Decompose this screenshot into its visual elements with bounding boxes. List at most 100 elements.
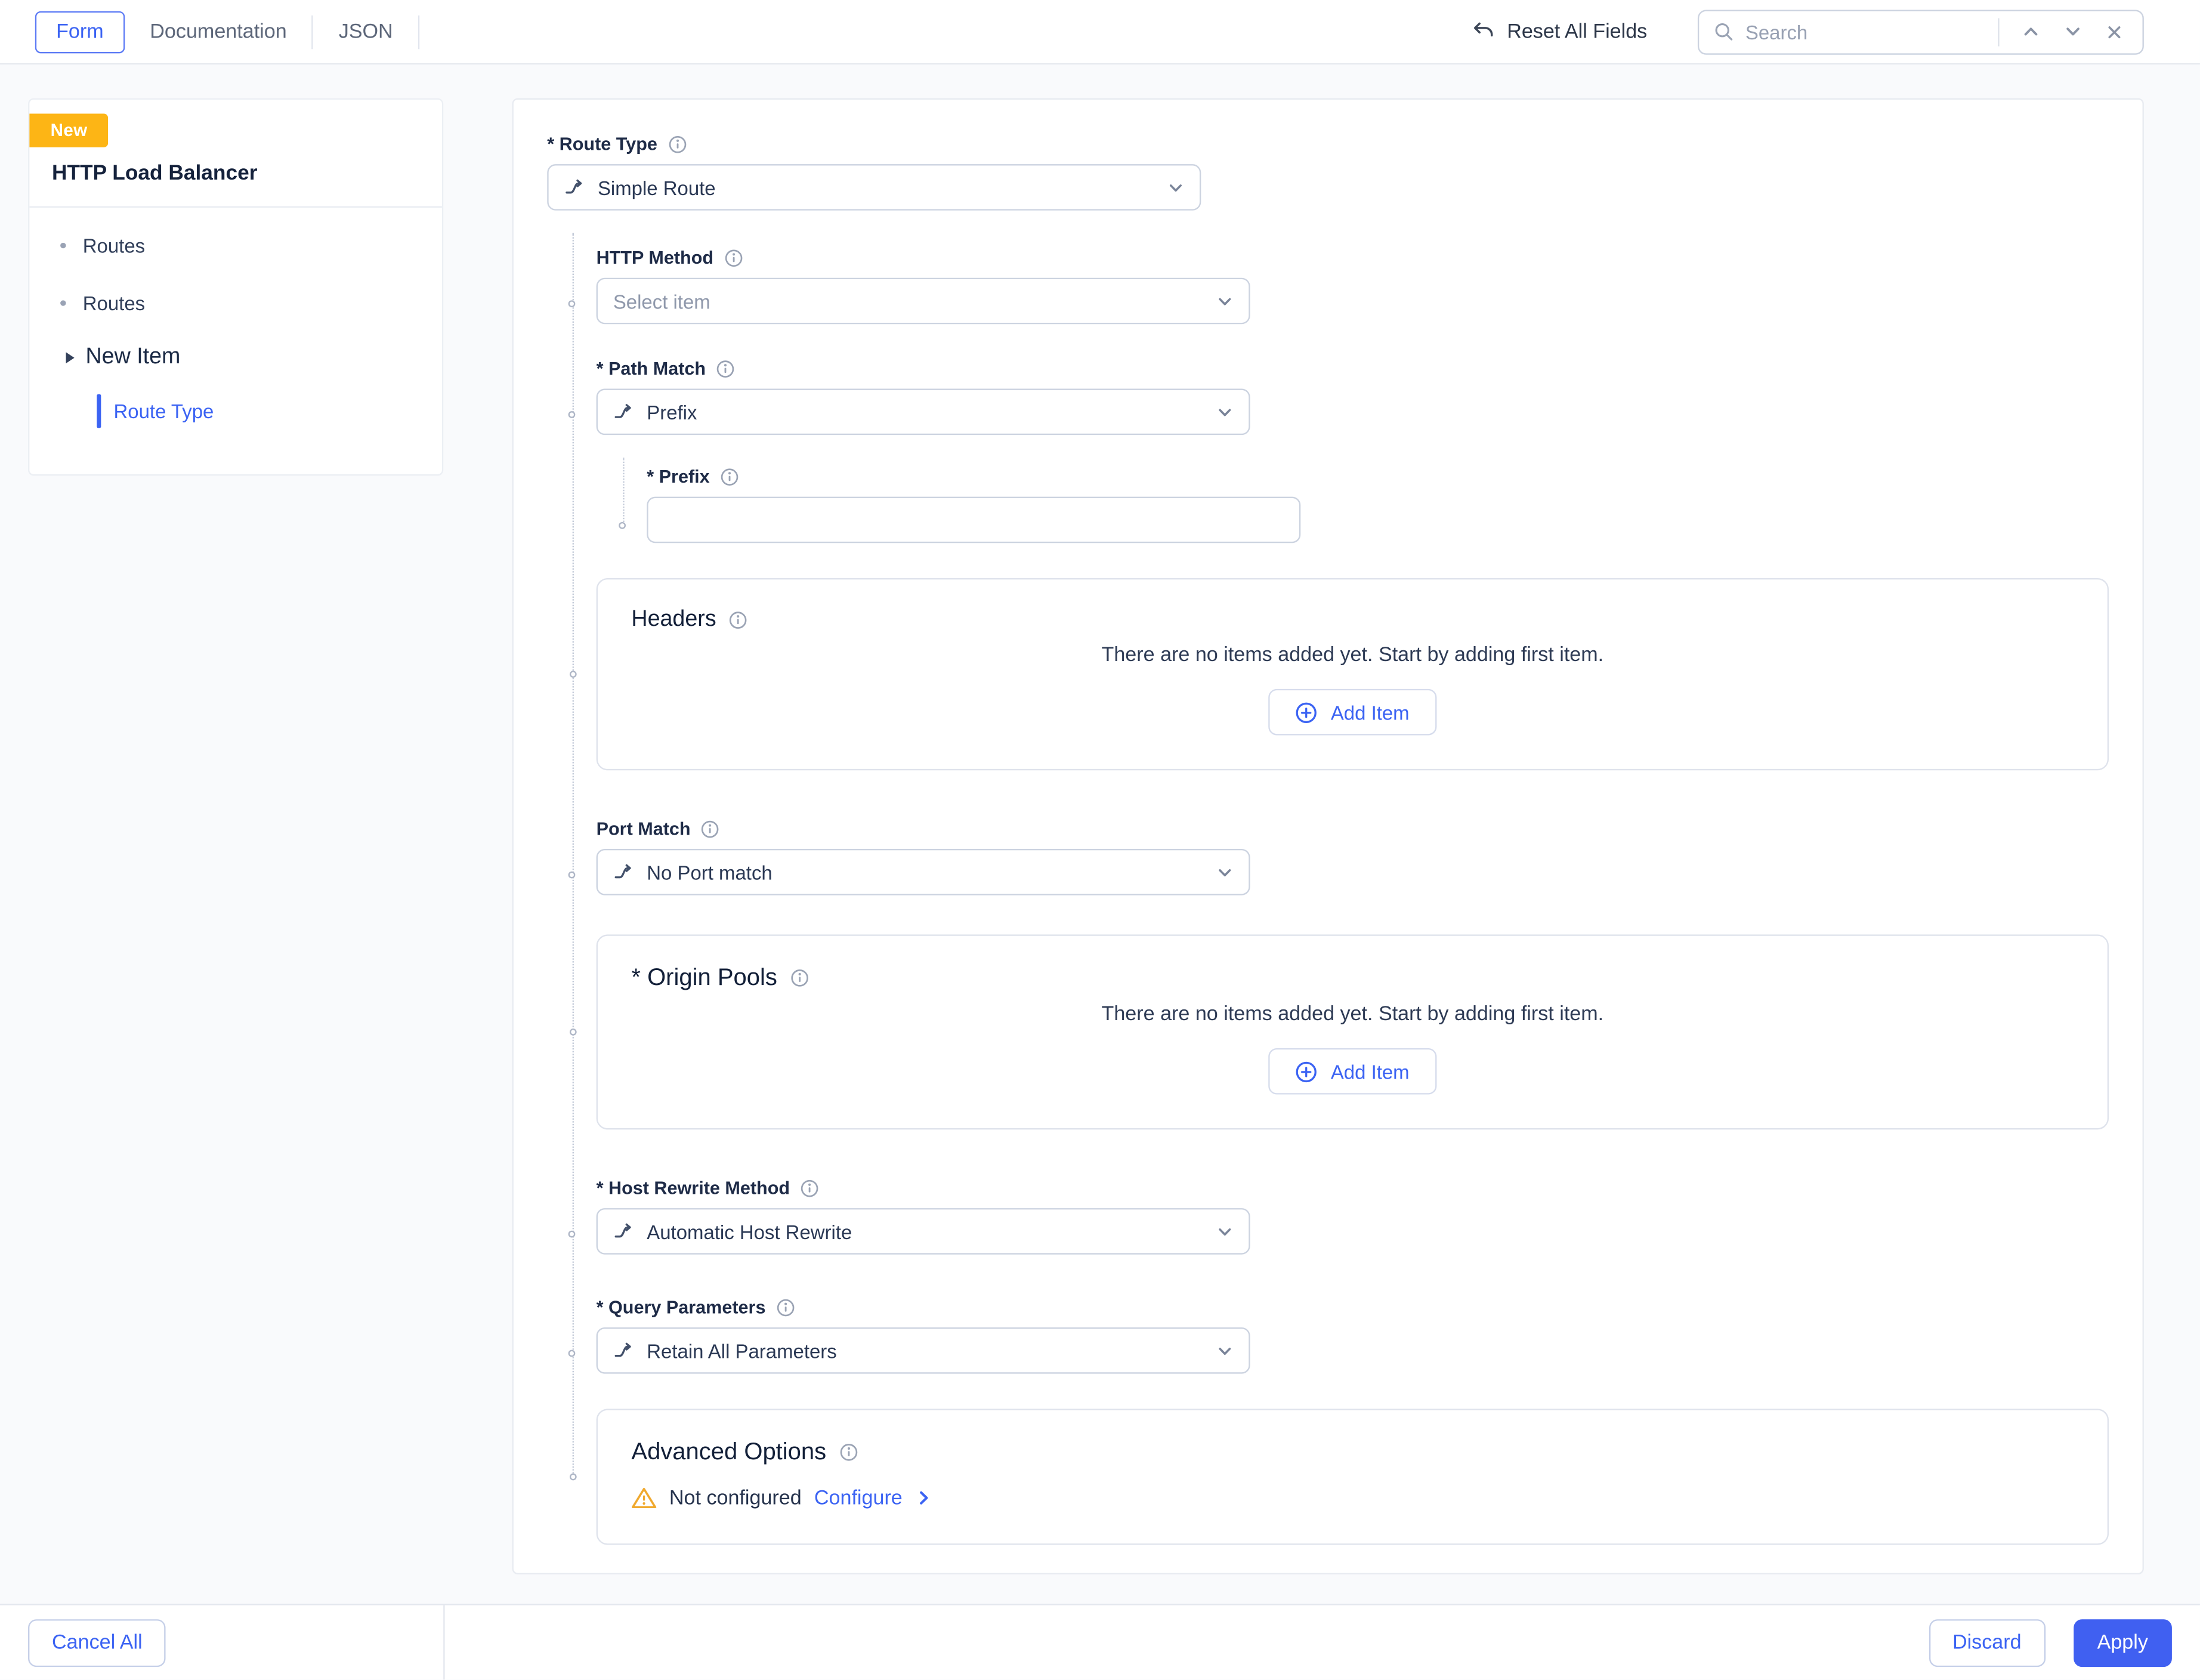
port-match-select[interactable]: No Port match: [597, 849, 1250, 895]
headers-add-item-button[interactable]: Add Item: [1269, 689, 1436, 736]
port-match-value: No Port match: [647, 861, 1204, 884]
tab-form[interactable]: Form: [35, 11, 125, 53]
port-match-field: Port Match No Port match: [597, 818, 2109, 895]
search-close-button[interactable]: [2097, 15, 2131, 48]
origin-pools-section: * Origin Pools There are no items added …: [597, 934, 2109, 1129]
route-icon: [613, 402, 634, 422]
http-method-placeholder: Select item: [613, 290, 1204, 313]
headers-title: Headers: [631, 607, 716, 632]
path-match-field: * Path Match Prefix * Prefix: [597, 358, 2109, 543]
sidebar: New HTTP Load Balancer Routes Routes New…: [28, 98, 443, 476]
host-rewrite-method-field: * Host Rewrite Method Automatic Host Rew…: [597, 1177, 2109, 1254]
path-match-select[interactable]: Prefix: [597, 389, 1250, 436]
sidebar-title: HTTP Load Balancer: [52, 161, 442, 185]
bullet-icon: [60, 299, 66, 305]
sidebar-item-new-item[interactable]: New Item: [29, 331, 441, 384]
advanced-options-status: Not configured: [669, 1487, 802, 1509]
route-type-children: HTTP Method Select item * Path Match Pre…: [597, 247, 2109, 1545]
route-type-label-row: * Route Type: [547, 133, 2109, 154]
tree-item-label: New Item: [85, 345, 180, 370]
form-panel: * Route Type Simple Route HTTP Method Se…: [512, 98, 2143, 1574]
route-icon: [613, 861, 634, 882]
topbar-right: Reset All Fields: [1472, 9, 2143, 54]
tree-connector-dot: [568, 411, 576, 418]
http-method-select[interactable]: Select item: [597, 278, 1250, 325]
reset-all-fields-button[interactable]: Reset All Fields: [1472, 20, 1647, 44]
apply-button[interactable]: Apply: [2074, 1619, 2172, 1667]
host-rewrite-method-value: Automatic Host Rewrite: [647, 1220, 1204, 1243]
sidebar-item-routes-1[interactable]: Routes: [29, 216, 441, 273]
chevron-down-icon: [1216, 1342, 1233, 1359]
origin-pools-title: * Origin Pools: [631, 964, 777, 992]
route-icon: [613, 1221, 634, 1242]
tree-connector-dot: [619, 522, 626, 529]
tab-documentation[interactable]: Documentation: [125, 12, 312, 51]
cancel-all-button[interactable]: Cancel All: [28, 1619, 166, 1667]
tree-item-label: Routes: [83, 291, 145, 314]
tree-item-label: Routes: [83, 234, 145, 257]
headers-section: Headers There are no items added yet. St…: [597, 578, 2109, 770]
info-icon: [700, 819, 720, 838]
topbar: Form Documentation JSON Reset All Fields: [0, 0, 2200, 64]
origin-pools-empty-text: There are no items added yet. Start by a…: [631, 1003, 2074, 1026]
route-type-value: Simple Route: [598, 176, 1155, 199]
tree-item-label: Route Type: [114, 400, 214, 422]
route-icon: [613, 1340, 634, 1361]
info-icon: [667, 134, 687, 154]
configure-link[interactable]: Configure: [814, 1487, 903, 1509]
footer-bar: Cancel All Discard Apply: [0, 1604, 2200, 1679]
info-icon: [719, 467, 739, 486]
plus-circle-icon: [1296, 701, 1318, 724]
view-tabs: Form Documentation JSON: [35, 11, 420, 53]
search-divider: [1998, 17, 1999, 45]
query-parameters-value: Retain All Parameters: [647, 1339, 1204, 1362]
path-match-value: Prefix: [647, 400, 1204, 423]
info-icon: [775, 1297, 795, 1317]
new-badge: New: [29, 114, 108, 147]
path-match-children: * Prefix: [647, 466, 2109, 543]
sidebar-item-route-type[interactable]: Route Type: [29, 384, 441, 437]
chevron-up-icon: [2021, 23, 2040, 41]
tab-divider: [418, 15, 419, 48]
info-icon: [716, 359, 736, 378]
discard-button[interactable]: Discard: [1929, 1619, 2045, 1667]
http-method-label: HTTP Method: [597, 247, 713, 268]
info-icon: [724, 248, 743, 267]
search-box: [1698, 9, 2144, 54]
chevron-down-icon: [2063, 23, 2082, 41]
origin-pools-add-item-button[interactable]: Add Item: [1269, 1048, 1436, 1095]
search-input[interactable]: [1742, 19, 1984, 44]
page: Form Documentation JSON Reset All Fields: [0, 0, 2200, 1679]
sidebar-item-routes-2[interactable]: Routes: [29, 274, 441, 331]
host-rewrite-method-select[interactable]: Automatic Host Rewrite: [597, 1208, 1250, 1255]
route-type-select[interactable]: Simple Route: [547, 164, 1201, 211]
search-next-button[interactable]: [2056, 15, 2089, 48]
query-parameters-select[interactable]: Retain All Parameters: [597, 1327, 1250, 1374]
info-icon: [839, 1443, 858, 1462]
search-previous-button[interactable]: [2013, 15, 2047, 48]
chevron-down-icon: [1216, 864, 1233, 881]
info-icon: [790, 968, 809, 988]
footer-divider: [443, 1605, 444, 1680]
chevron-down-icon: [1216, 1223, 1233, 1240]
tab-json[interactable]: JSON: [313, 12, 418, 51]
query-parameters-label: * Query Parameters: [597, 1296, 766, 1317]
reset-all-fields-label: Reset All Fields: [1507, 20, 1647, 43]
search-icon: [1713, 21, 1734, 42]
route-icon: [564, 177, 585, 197]
prefix-input[interactable]: [647, 497, 1300, 543]
plus-circle-icon: [1296, 1060, 1318, 1083]
path-match-label: * Path Match: [597, 358, 706, 379]
port-match-label: Port Match: [597, 818, 691, 839]
headers-empty-text: There are no items added yet. Start by a…: [631, 644, 2074, 667]
tree-connector-dot: [568, 1350, 576, 1357]
warning-icon: [631, 1486, 656, 1510]
tree-connector-dot: [568, 872, 576, 879]
tree-connector-dot: [570, 1028, 577, 1035]
add-item-label: Add Item: [1331, 1060, 1410, 1083]
info-icon: [729, 610, 749, 630]
tree-connector-dot: [568, 300, 576, 307]
chevron-down-icon: [1216, 403, 1233, 420]
route-type-label: * Route Type: [547, 133, 657, 154]
bullet-icon: [60, 242, 66, 248]
